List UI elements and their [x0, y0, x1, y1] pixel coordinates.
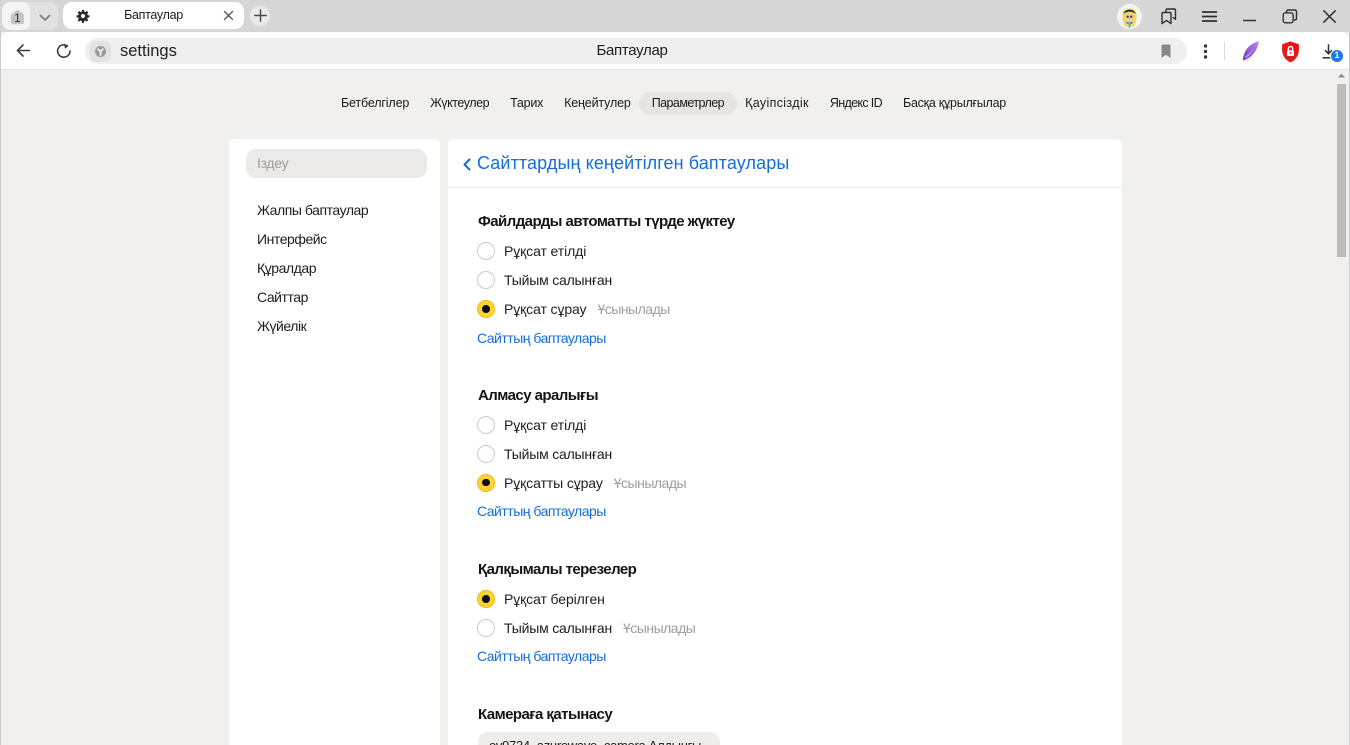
svg-text:1: 1: [14, 13, 20, 25]
